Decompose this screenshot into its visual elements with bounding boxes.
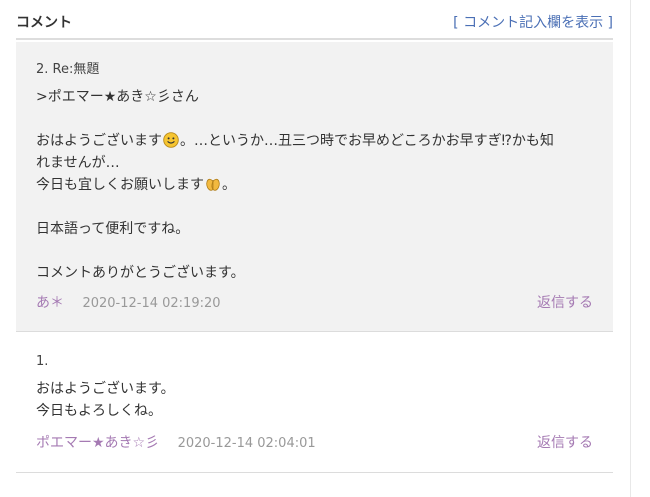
- comment-item: 2. Re:無題 >ポエマー★あき☆彡さん おはようございます 。…というか…丑三…: [16, 42, 613, 332]
- comment-item: 1. おはようございます。 今日もよろしくね。 ポエマー★あき☆彡 2020-1…: [16, 344, 613, 473]
- comment-text: 。: [222, 177, 236, 193]
- comment-line: >ポエマー★あき☆彡さん: [36, 89, 199, 105]
- comment-date: 2020-12-14 02:19:20: [82, 296, 221, 311]
- comment-line: 日本語って便利ですね。: [36, 221, 190, 237]
- comments-heading: コメント: [16, 15, 72, 31]
- comment-line: 今日もよろしくね。: [36, 403, 162, 419]
- comment-footer: あ＊ 2020-12-14 02:19:20 返信する: [36, 292, 593, 314]
- comment-title: 1.: [36, 354, 49, 369]
- comment-body: おはようございます。 今日もよろしくね。: [36, 378, 596, 422]
- comment-text: おはようございます: [36, 133, 162, 149]
- reply-link[interactable]: 返信する: [537, 432, 593, 452]
- comment-date: 2020-12-14 02:04:01: [177, 436, 316, 451]
- comment-author[interactable]: あ＊: [36, 295, 64, 311]
- comment-body: >ポエマー★あき☆彡さん おはようございます 。…というか…丑三つ時でお早めどころ…: [36, 86, 596, 284]
- comment-line: れませんが…: [36, 155, 120, 171]
- comment-line: コメントありがとうございます。: [36, 265, 245, 281]
- comment-line: おはようございます 。…というか…丑三つ時でお早めどころかお早すぎ⁉かも知: [36, 130, 596, 152]
- comment-text: 。…というか…丑三つ時でお早めどころかお早すぎ⁉かも知: [180, 133, 554, 149]
- praying-hands-icon: [206, 178, 220, 191]
- comment-line: おはようございます。: [36, 381, 175, 397]
- page-edge-divider: [630, 0, 631, 497]
- comment-line: 今日も宜しくお願いします 。: [36, 174, 596, 196]
- header-divider: [16, 38, 613, 40]
- show-comment-form-link[interactable]: [ コメント記入欄を表示 ]: [453, 12, 613, 32]
- smiley-face-icon: [163, 132, 179, 148]
- reply-link[interactable]: 返信する: [537, 292, 593, 312]
- comment-author[interactable]: ポエマー★あき☆彡: [36, 435, 159, 451]
- show-comment-form-label[interactable]: コメント記入欄を表示: [463, 15, 603, 31]
- comment-title: 2. Re:無題: [36, 62, 100, 77]
- comment-footer: ポエマー★あき☆彡 2020-12-14 02:04:01 返信する: [36, 432, 593, 454]
- bracket-close: ]: [607, 15, 613, 31]
- comment-text: 今日も宜しくお願いします: [36, 177, 204, 193]
- bracket-open: [: [453, 15, 459, 31]
- comments-header: コメント [ コメント記入欄を表示 ]: [16, 10, 613, 38]
